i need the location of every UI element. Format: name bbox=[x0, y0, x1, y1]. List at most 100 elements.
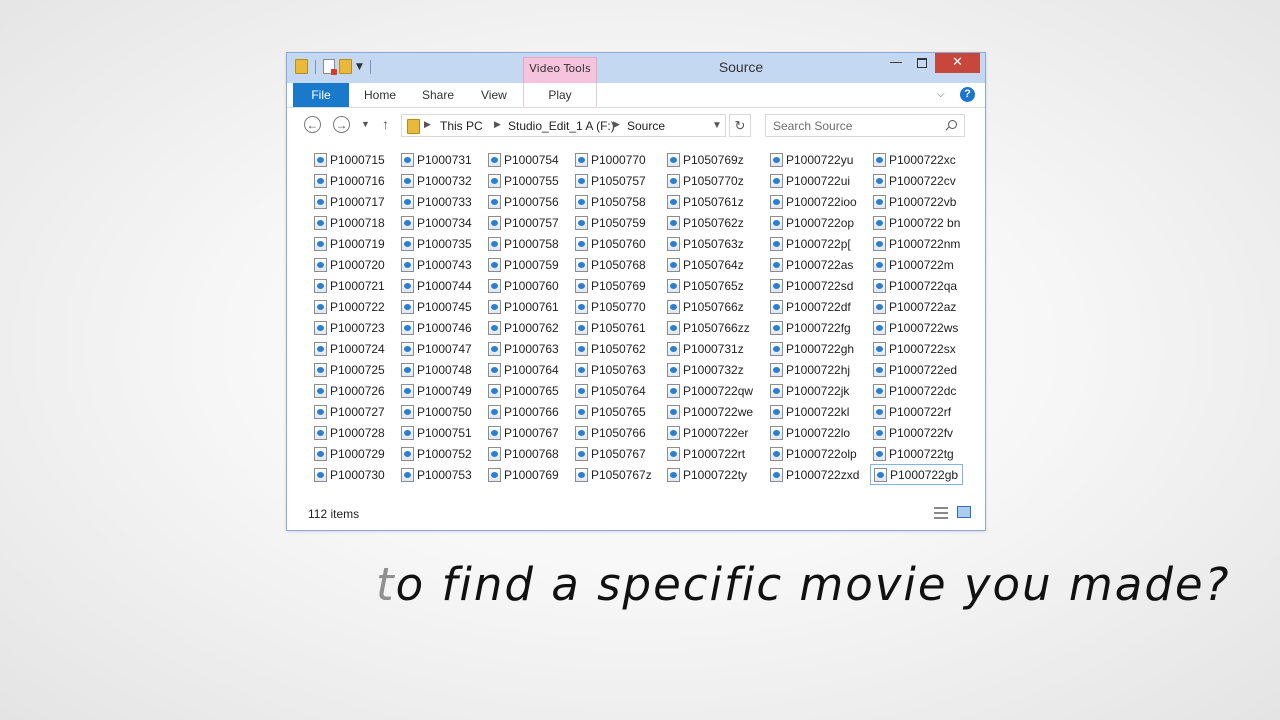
file-item[interactable]: P1000722xc bbox=[870, 149, 963, 170]
file-item[interactable]: P1050770 bbox=[572, 296, 652, 317]
file-item[interactable]: P1000722ws bbox=[870, 317, 963, 338]
details-view-icon[interactable] bbox=[934, 507, 948, 519]
recent-locations-icon[interactable]: ▼ bbox=[361, 119, 370, 129]
forward-button[interactable]: → bbox=[333, 116, 350, 133]
file-item[interactable]: P1000763 bbox=[485, 338, 561, 359]
file-item[interactable]: P1000722qw bbox=[664, 380, 756, 401]
file-item[interactable]: P1050761z bbox=[664, 191, 756, 212]
file-item[interactable]: P1000722hj bbox=[767, 359, 857, 380]
file-item[interactable]: P1050765 bbox=[572, 401, 652, 422]
file-item[interactable]: P1000722as bbox=[767, 254, 857, 275]
file-item[interactable]: P1000730 bbox=[311, 464, 387, 485]
file-item[interactable]: P1000727 bbox=[311, 401, 387, 422]
file-item[interactable]: P1000720 bbox=[311, 254, 387, 275]
file-item[interactable]: P1000731 bbox=[398, 149, 474, 170]
file-item[interactable]: P1000751 bbox=[398, 422, 474, 443]
address-bar[interactable]: ▶ This PC ▶ Studio_Edit_1 A (F:) ▶ Sourc… bbox=[401, 114, 726, 137]
chevron-right-icon[interactable]: ▶ bbox=[613, 119, 620, 130]
file-item[interactable]: P1000745 bbox=[398, 296, 474, 317]
file-item[interactable]: P1050766z bbox=[664, 296, 756, 317]
file-item[interactable]: P1050769 bbox=[572, 275, 652, 296]
new-folder-icon[interactable] bbox=[339, 59, 352, 74]
file-item[interactable]: P1000722yu bbox=[767, 149, 857, 170]
file-item[interactable]: P1000717 bbox=[311, 191, 387, 212]
file-item[interactable]: P1000734 bbox=[398, 212, 474, 233]
file-item[interactable]: P1000722zxd bbox=[767, 464, 859, 485]
file-item[interactable]: P1000752 bbox=[398, 443, 474, 464]
file-item[interactable]: P1050762z bbox=[664, 212, 756, 233]
file-item[interactable]: P1000754 bbox=[485, 149, 561, 170]
file-item[interactable]: P1050762 bbox=[572, 338, 652, 359]
file-item[interactable]: P1000728 bbox=[311, 422, 387, 443]
title-bar[interactable]: ▼ Video Tools Source — ✕ bbox=[287, 53, 985, 83]
file-item[interactable]: P1050764z bbox=[664, 254, 756, 275]
file-item[interactable]: P1000722 bbox=[311, 296, 387, 317]
help-icon[interactable]: ? bbox=[960, 87, 975, 102]
expand-ribbon-icon[interactable]: ⌵ bbox=[937, 89, 945, 100]
file-item[interactable]: P1000732 bbox=[398, 170, 474, 191]
breadcrumb-drive[interactable]: Studio_Edit_1 A (F:) bbox=[508, 119, 615, 133]
search-icon[interactable] bbox=[948, 120, 957, 129]
file-item[interactable]: P1000723 bbox=[311, 317, 387, 338]
file-item[interactable]: P1000761 bbox=[485, 296, 561, 317]
file-item[interactable]: P1000716 bbox=[311, 170, 387, 191]
tab-file[interactable]: File bbox=[293, 83, 349, 107]
file-item[interactable]: P1050758 bbox=[572, 191, 652, 212]
file-item[interactable]: P1050760 bbox=[572, 233, 652, 254]
file-item[interactable]: P1000722df bbox=[767, 296, 857, 317]
file-item[interactable]: P1000722ioo bbox=[767, 191, 857, 212]
file-item[interactable]: P1050764 bbox=[572, 380, 652, 401]
file-item[interactable]: P1000722rf bbox=[870, 401, 963, 422]
file-item[interactable]: P1050767z bbox=[572, 464, 652, 485]
file-item[interactable]: P1000724 bbox=[311, 338, 387, 359]
breadcrumb-this-pc[interactable]: This PC bbox=[440, 119, 483, 133]
file-item[interactable]: P1000722az bbox=[870, 296, 963, 317]
search-input[interactable] bbox=[766, 115, 943, 136]
file-item[interactable]: P1000770 bbox=[572, 149, 652, 170]
folder-icon[interactable] bbox=[295, 59, 308, 74]
file-item[interactable]: P1000762 bbox=[485, 317, 561, 338]
close-button[interactable]: ✕ bbox=[935, 53, 980, 73]
file-item[interactable]: P1000715 bbox=[311, 149, 387, 170]
file-item[interactable]: P1000722qa bbox=[870, 275, 963, 296]
file-item[interactable]: P1000722fv bbox=[870, 422, 963, 443]
up-button[interactable]: ↑ bbox=[382, 116, 389, 132]
file-item[interactable]: P1000764 bbox=[485, 359, 561, 380]
address-dropdown-icon[interactable]: ▼ bbox=[712, 120, 722, 131]
file-item[interactable]: P1000722sx bbox=[870, 338, 963, 359]
file-item[interactable]: P1050763z bbox=[664, 233, 756, 254]
file-item[interactable]: P1000760 bbox=[485, 275, 561, 296]
file-item[interactable]: P1000732z bbox=[664, 359, 756, 380]
file-item[interactable]: P1000748 bbox=[398, 359, 474, 380]
file-item[interactable]: P1000755 bbox=[485, 170, 561, 191]
file-item[interactable]: P1000722gh bbox=[767, 338, 857, 359]
tab-play[interactable]: Play bbox=[523, 83, 597, 107]
file-item[interactable]: P1000766 bbox=[485, 401, 561, 422]
file-item[interactable]: P1000722rt bbox=[664, 443, 756, 464]
breadcrumb-source[interactable]: Source bbox=[627, 119, 665, 133]
file-item[interactable]: P1000722sd bbox=[767, 275, 857, 296]
file-item[interactable]: P1050761 bbox=[572, 317, 652, 338]
large-icons-view-icon[interactable] bbox=[957, 506, 971, 518]
file-item[interactable]: P1000725 bbox=[311, 359, 387, 380]
file-item[interactable]: P1000721 bbox=[311, 275, 387, 296]
refresh-button[interactable]: ↻ bbox=[729, 114, 751, 137]
file-item[interactable]: P1000722ed bbox=[870, 359, 963, 380]
file-item[interactable]: P1000722ty bbox=[664, 464, 756, 485]
file-item[interactable]: P1000744 bbox=[398, 275, 474, 296]
file-item[interactable]: P1000722jk bbox=[767, 380, 857, 401]
file-item[interactable]: P1000719 bbox=[311, 233, 387, 254]
file-item[interactable]: P1000768 bbox=[485, 443, 561, 464]
search-box[interactable] bbox=[765, 114, 965, 137]
file-item[interactable]: P1000722fg bbox=[767, 317, 857, 338]
file-item[interactable]: P1000753 bbox=[398, 464, 474, 485]
file-item[interactable]: P1000743 bbox=[398, 254, 474, 275]
file-item[interactable]: P1000722vb bbox=[870, 191, 963, 212]
file-item[interactable]: P1050769z bbox=[664, 149, 756, 170]
file-item[interactable]: P1000756 bbox=[485, 191, 561, 212]
file-item[interactable]: P1000729 bbox=[311, 443, 387, 464]
file-item[interactable]: P1000718 bbox=[311, 212, 387, 233]
file-item[interactable]: P1050770z bbox=[664, 170, 756, 191]
file-item[interactable]: P1000746 bbox=[398, 317, 474, 338]
file-item[interactable]: P1000747 bbox=[398, 338, 474, 359]
